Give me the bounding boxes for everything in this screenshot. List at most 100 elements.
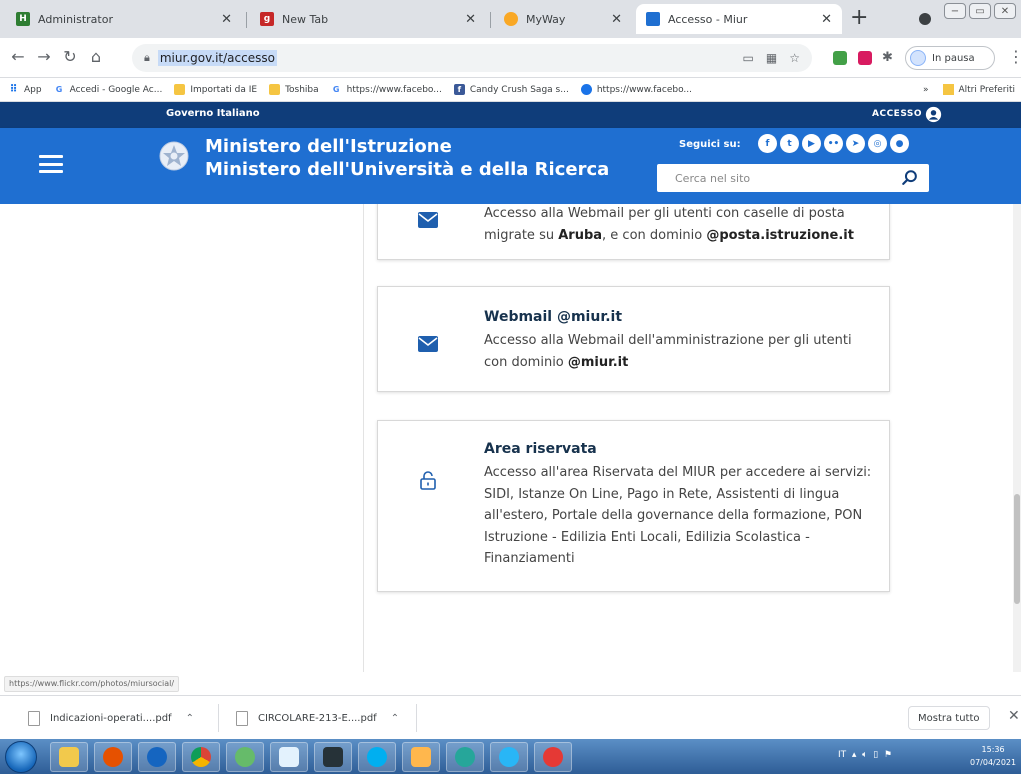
lock-icon[interactable]: 🔒︎ <box>144 51 150 65</box>
green-app-icon[interactable] <box>226 742 264 772</box>
internet-explorer-icon[interactable] <box>490 742 528 772</box>
close-icon[interactable]: ✕ <box>465 12 476 27</box>
user-icon[interactable] <box>925 106 942 123</box>
tab-myway[interactable]: MyWay ✕ <box>494 4 632 34</box>
extension-green-icon[interactable] <box>833 51 847 65</box>
close-icon[interactable]: ✕ <box>821 12 832 27</box>
close-icon[interactable]: ✕ <box>1008 708 1020 724</box>
clock[interactable]: 15:36 07/04/2021 <box>970 743 1016 769</box>
browser-window: H Administrator ✕ g New Tab ✕ MyWay ✕ Ac… <box>0 0 1021 774</box>
chevron-up-icon[interactable]: ⌃ <box>186 713 194 724</box>
card-description: Accesso alla Webmail dell'amministrazion… <box>484 333 852 370</box>
media-center-icon[interactable] <box>314 742 352 772</box>
bookmark-label: https://www.facebo... <box>596 84 693 95</box>
divider <box>363 204 364 672</box>
explorer-icon[interactable] <box>50 742 88 772</box>
home-button[interactable]: ⌂ <box>86 47 106 67</box>
firefox-icon[interactable] <box>94 742 132 772</box>
clock-date: 07/04/2021 <box>970 758 1017 767</box>
bookmarks-right: » Altri Preferiti <box>923 84 1015 95</box>
bookmark-facebook-2[interactable]: https://www.facebo... <box>580 84 693 95</box>
github-icon[interactable]: ● <box>890 134 909 153</box>
tab-divider <box>246 12 247 28</box>
minimize-button[interactable]: − <box>944 3 966 19</box>
download-item[interactable]: Indicazioni-operati....pdf ⌃ <box>28 704 194 732</box>
maximize-button[interactable]: ▭ <box>969 3 991 19</box>
bookmark-facebook-1[interactable]: G https://www.facebo... <box>331 84 442 95</box>
card-title[interactable]: Area riservata <box>484 441 597 457</box>
tab-accesso-miur[interactable]: Accesso - Miur ✕ <box>636 4 842 34</box>
divider <box>416 704 417 732</box>
paint-icon[interactable] <box>270 742 308 772</box>
chrome-icon[interactable] <box>182 742 220 772</box>
start-button[interactable] <box>5 741 37 773</box>
reload-button[interactable]: ↻ <box>60 47 80 67</box>
system-tray[interactable]: IT ▴ 🔈︎ ▯ ⚑ <box>838 750 892 760</box>
edge-icon[interactable] <box>446 742 484 772</box>
extension-red-icon[interactable] <box>858 51 872 65</box>
twitter-icon[interactable]: t <box>780 134 799 153</box>
republic-emblem-icon[interactable] <box>159 140 189 172</box>
site-search <box>657 164 929 192</box>
outlook-icon[interactable] <box>402 742 440 772</box>
close-icon[interactable]: ✕ <box>611 12 622 27</box>
star-icon[interactable]: ☆ <box>789 51 800 65</box>
new-tab-button[interactable]: + <box>850 5 868 30</box>
translate-icon[interactable]: ▦ <box>766 51 777 65</box>
downloads-bar: Indicazioni-operati....pdf ⌃ CIRCOLARE-2… <box>0 695 1021 739</box>
government-link[interactable]: Governo Italiano <box>166 108 260 119</box>
card-description: Accesso all'area Riservata del MIUR per … <box>484 465 872 566</box>
newtab-favicon: g <box>260 12 274 26</box>
download-item[interactable]: CIRCOLARE-213-E....pdf ⌃ <box>236 704 399 732</box>
envelope-icon <box>418 212 438 228</box>
card-area-riservata[interactable]: Area riservata Accesso all'area Riservat… <box>377 420 890 592</box>
search-input[interactable] <box>657 164 877 192</box>
tab-administrator[interactable]: H Administrator ✕ <box>6 4 242 34</box>
bookmarks-overflow-icon[interactable]: » <box>923 85 929 95</box>
tab-new-tab[interactable]: g New Tab ✕ <box>250 4 486 34</box>
menu-icon[interactable]: ⋮ <box>1008 47 1021 66</box>
omnibox-actions: ▭ ▦ ☆ <box>743 51 800 65</box>
profile-status-button[interactable]: In pausa <box>905 46 995 70</box>
security-app-icon[interactable] <box>534 742 572 772</box>
extensions-puzzle-icon[interactable]: ✱ <box>882 51 896 65</box>
status-url: https://www.flickr.com/photos/miursocial… <box>4 676 180 692</box>
ministry-title-line2[interactable]: Ministero dell'Università e della Ricerc… <box>205 159 609 180</box>
bookmark-importati-ie[interactable]: Importati da IE <box>174 84 257 95</box>
card-webmail-miur[interactable]: Webmail @miur.it Accesso alla Webmail de… <box>377 286 890 392</box>
youtube-icon[interactable]: ▶ <box>802 134 821 153</box>
facebook-icon[interactable]: f <box>758 134 777 153</box>
bookmark-google-accedi[interactable]: G Accedi - Google Ac... <box>54 84 163 95</box>
apps-grid-icon: ⠿ <box>9 84 18 95</box>
url-text[interactable]: miur.gov.it/accesso <box>157 50 277 66</box>
ministry-title-line1[interactable]: Ministero dell'Istruzione <box>205 136 452 157</box>
card-title[interactable]: Webmail @miur.it <box>484 309 622 325</box>
other-bookmarks-link[interactable]: Altri Preferiti <box>959 85 1016 95</box>
profile-menu-icon[interactable] <box>919 13 931 25</box>
document-icon <box>28 710 40 726</box>
forward-button[interactable]: → <box>34 47 54 67</box>
bookmark-toshiba[interactable]: Toshiba <box>269 84 319 95</box>
telegram-icon[interactable]: ➤ <box>846 134 865 153</box>
access-link[interactable]: ACCESSO <box>872 109 922 119</box>
cast-icon[interactable]: ▭ <box>743 51 754 65</box>
window-close-button[interactable]: ✕ <box>994 3 1016 19</box>
bookmark-app[interactable]: ⠿ App <box>8 84 42 95</box>
media-player-icon[interactable] <box>138 742 176 772</box>
address-bar[interactable]: 🔒︎ miur.gov.it/accesso ▭ ▦ ☆ <box>132 44 812 72</box>
close-icon[interactable]: ✕ <box>221 12 232 27</box>
flickr-icon[interactable]: •• <box>824 134 843 153</box>
instagram-icon[interactable]: ◎ <box>868 134 887 153</box>
chevron-up-icon[interactable]: ⌃ <box>391 713 399 724</box>
hamburger-menu-icon[interactable] <box>39 155 63 173</box>
skype-icon[interactable] <box>358 742 396 772</box>
card-webmail-aruba[interactable]: Accesso alla Webmail per gli utenti con … <box>377 204 890 260</box>
show-all-button[interactable]: Mostra tutto <box>908 706 990 730</box>
folder-icon <box>174 84 186 95</box>
back-button[interactable]: ← <box>8 47 28 67</box>
scrollbar-thumb[interactable] <box>1014 494 1020 604</box>
search-icon[interactable] <box>901 169 919 187</box>
tab-strip: H Administrator ✕ g New Tab ✕ MyWay ✕ Ac… <box>0 0 1021 38</box>
window-controls: − ▭ ✕ <box>944 3 1016 19</box>
bookmark-candy-crush[interactable]: f Candy Crush Saga s... <box>453 84 569 95</box>
